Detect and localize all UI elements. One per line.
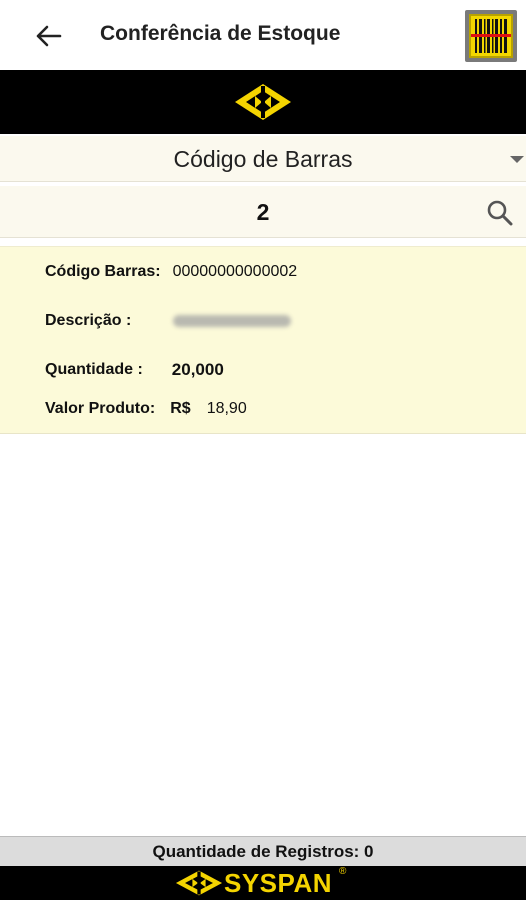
back-button[interactable]	[28, 18, 68, 54]
price-label: Valor Produto:	[45, 400, 156, 417]
quantity-row: Quantidade : 20,000	[45, 360, 224, 380]
filter-select-value: Código de Barras	[173, 146, 353, 172]
price-currency: R$	[170, 400, 191, 417]
brand-bar	[0, 70, 526, 134]
footer-brand-name: SYSPAN	[224, 868, 332, 898]
barcode-scan-button[interactable]	[465, 10, 517, 62]
price-value: 18,90	[206, 400, 247, 417]
app-toolbar: Conferência de Estoque	[0, 0, 526, 70]
syspan-logo-icon	[235, 84, 291, 120]
quantity-value: 20,000	[171, 360, 224, 379]
description-label: Descrição :	[45, 312, 132, 329]
dropdown-caret-icon	[510, 156, 524, 163]
syspan-footer-logo-icon	[175, 870, 223, 896]
search-row	[0, 186, 526, 238]
filter-select[interactable]: Código de Barras	[0, 136, 526, 182]
barcode-value: 00000000000002	[172, 263, 298, 280]
price-row: Valor Produto: R$ 18,90	[45, 400, 247, 418]
records-count: Quantidade de Registros: 0	[0, 836, 526, 866]
barcode-row: Código Barras: 00000000000002	[45, 263, 297, 281]
product-card[interactable]: Código Barras: 00000000000002 Descrição …	[0, 246, 526, 434]
quantity-label: Quantidade :	[45, 361, 143, 378]
app-screen: Conferência de Estoque Código de Barras …	[0, 0, 526, 900]
barcode-scan-icon	[469, 14, 513, 58]
footer-brand-registered: ®	[339, 866, 347, 877]
search-input[interactable]	[0, 186, 526, 238]
page-title: Conferência de Estoque	[100, 22, 341, 45]
search-icon[interactable]	[486, 199, 514, 227]
description-row: Descrição :	[45, 312, 292, 330]
barcode-label: Código Barras:	[45, 263, 161, 280]
description-value-redacted	[173, 315, 292, 327]
back-arrow-icon	[36, 25, 62, 47]
